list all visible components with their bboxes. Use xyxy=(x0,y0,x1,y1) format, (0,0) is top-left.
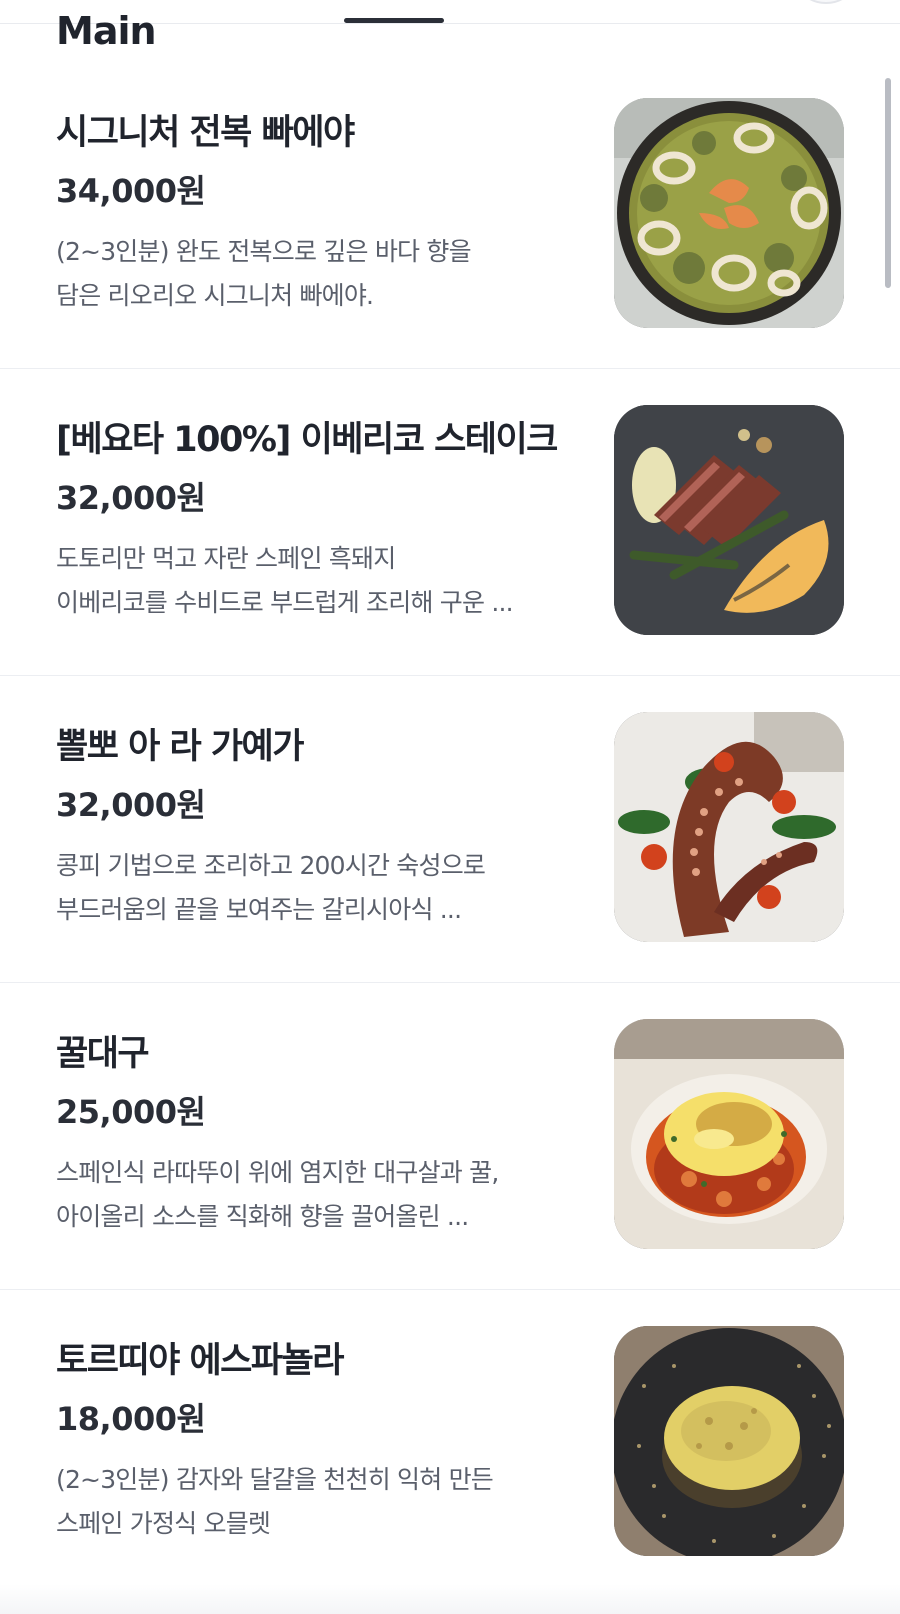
menu-item[interactable]: [베요타 100%] 이베리코 스테이크 32,000원 도토리만 먹고 자란 … xyxy=(0,369,900,676)
description-line: 스페인식 라따뚜이 위에 염지한 대구살과 꿀, xyxy=(56,1158,499,1187)
cod-photo[interactable] xyxy=(614,1019,844,1249)
menu-item-description: (2~3인분) 완도 전복으로 깊은 바다 향을 담은 리오리오 시그니처 빠에… xyxy=(56,230,576,318)
description-line: (2~3인분) 완도 전복으로 깊은 바다 향을 xyxy=(56,237,472,266)
octopus-photo[interactable] xyxy=(614,712,844,942)
menu-item-description: (2~3인분) 감자와 달걀을 천천히 익혀 만든 스페인 가정식 오믈렛 xyxy=(56,1458,576,1546)
scrollbar[interactable] xyxy=(885,78,891,288)
menu-item-price: 32,000원 xyxy=(56,479,206,517)
description-line: 이베리코를 수비드로 부드럽게 조리해 구운 ... xyxy=(56,588,514,617)
menu-page: Main 시그니처 전복 빠에야 34,000원 (2~3인분) 완도 전복으로… xyxy=(0,0,900,1614)
menu-item-name: 시그니처 전복 빠에야 xyxy=(56,113,355,153)
menu-item-name: [베요타 100%] 이베리코 스테이크 xyxy=(56,420,558,460)
menu-list: 시그니처 전복 빠에야 34,000원 (2~3인분) 완도 전복으로 깊은 바… xyxy=(0,62,900,1597)
description-line: 스페인 가정식 오믈렛 xyxy=(56,1509,271,1538)
description-line: 콩피 기법으로 조리하고 200시간 숙성으로 xyxy=(56,851,486,880)
menu-item-price: 32,000원 xyxy=(56,786,206,824)
menu-item-name: 토르띠야 에스파뇰라 xyxy=(56,1341,345,1381)
bottom-fade xyxy=(0,1584,900,1614)
active-tab-indicator xyxy=(344,18,444,23)
description-line: (2~3인분) 감자와 달걀을 천천히 익혀 만든 xyxy=(56,1465,494,1494)
description-line: 담은 리오리오 시그니처 빠에야. xyxy=(56,281,374,310)
menu-item-price: 18,000원 xyxy=(56,1400,206,1438)
section-title: Main xyxy=(56,9,157,53)
menu-item-price: 25,000원 xyxy=(56,1093,206,1131)
profile-avatar[interactable] xyxy=(802,0,850,4)
menu-item-description: 콩피 기법으로 조리하고 200시간 숙성으로 부드러움의 끝을 보여주는 갈리… xyxy=(56,844,576,932)
menu-item-price: 34,000원 xyxy=(56,172,206,210)
menu-item-name: 꿀대구 xyxy=(56,1034,150,1074)
menu-item-description: 스페인식 라따뚜이 위에 염지한 대구살과 꿀, 아이올리 소스를 직화해 향을… xyxy=(56,1151,576,1239)
menu-item[interactable]: 시그니처 전복 빠에야 34,000원 (2~3인분) 완도 전복으로 깊은 바… xyxy=(0,62,900,369)
iberico-steak-photo[interactable] xyxy=(614,405,844,635)
description-line: 도토리만 먹고 자란 스페인 흑돼지 xyxy=(56,544,396,573)
description-line: 아이올리 소스를 직화해 향을 끌어올린 ... xyxy=(56,1202,469,1231)
menu-item[interactable]: 뽈뽀 아 라 가예가 32,000원 콩피 기법으로 조리하고 200시간 숙성… xyxy=(0,676,900,983)
menu-item[interactable]: 토르띠야 에스파뇰라 18,000원 (2~3인분) 감자와 달걀을 천천히 익… xyxy=(0,1290,900,1597)
paella-photo[interactable] xyxy=(614,98,844,328)
menu-item[interactable]: 꿀대구 25,000원 스페인식 라따뚜이 위에 염지한 대구살과 꿀, 아이올… xyxy=(0,983,900,1290)
menu-item-name: 뽈뽀 아 라 가예가 xyxy=(56,727,304,767)
tortilla-photo[interactable] xyxy=(614,1326,844,1556)
menu-item-description: 도토리만 먹고 자란 스페인 흑돼지 이베리코를 수비드로 부드럽게 조리해 구… xyxy=(56,537,576,625)
description-line: 부드러움의 끝을 보여주는 갈리시아식 ... xyxy=(56,895,462,924)
